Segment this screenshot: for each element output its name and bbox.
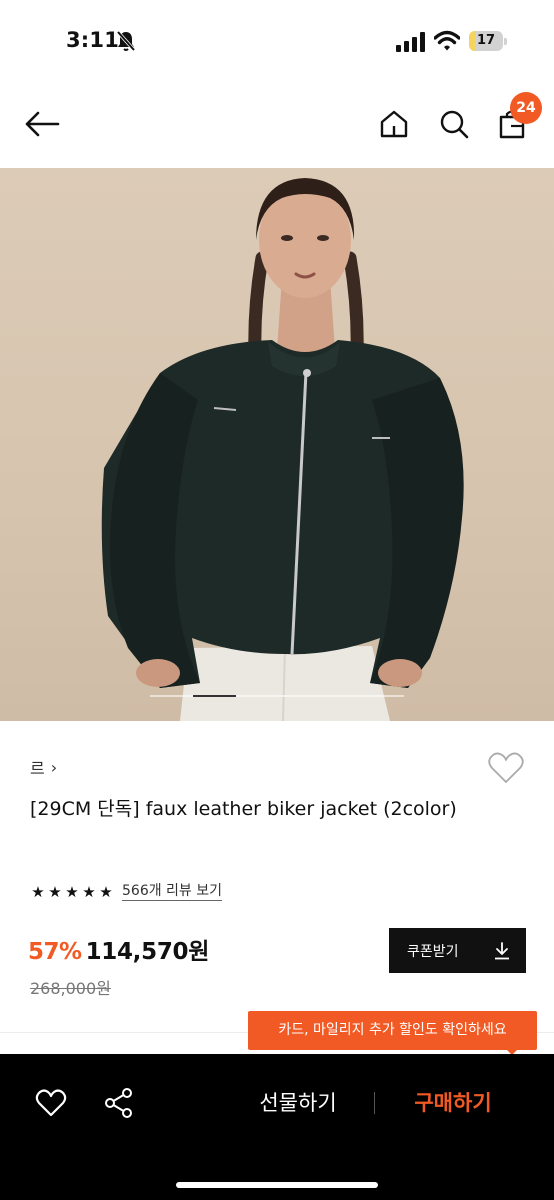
- star-icon: ★: [48, 883, 62, 901]
- chevron-right-icon: ›: [50, 757, 58, 777]
- battery-level: 17: [476, 33, 496, 48]
- search-icon: [440, 110, 469, 139]
- cart-count-badge: 24: [510, 92, 542, 124]
- coupon-label: 쿠폰받기: [407, 943, 459, 960]
- back-arrow-icon: [25, 111, 60, 137]
- back-button[interactable]: [20, 102, 64, 146]
- star-icon: ★: [31, 883, 45, 901]
- model-jacket-illustration: [101, 178, 464, 721]
- original-price: 268,000원: [30, 979, 111, 998]
- brand-name: 르: [30, 759, 45, 778]
- review-link[interactable]: 566개 리뷰 보기: [122, 883, 223, 901]
- star-icon: ★: [65, 883, 79, 901]
- home-icon: [380, 110, 408, 138]
- top-nav: [0, 80, 554, 168]
- product-title: [29CM 단독] faux leather biker jacket (2co…: [30, 798, 457, 820]
- wishlist-button[interactable]: [34, 1086, 68, 1120]
- bar-separator: [374, 1092, 375, 1114]
- rating-stars: ★ ★ ★ ★ ★: [30, 883, 114, 901]
- search-button[interactable]: [432, 102, 476, 146]
- sale-price: 114,570원: [85, 939, 210, 965]
- home-button[interactable]: [372, 102, 416, 146]
- download-icon: [495, 941, 509, 959]
- bottom-action-bar: 선물하기 구매하기: [0, 1054, 554, 1200]
- star-icon: ★: [99, 883, 113, 901]
- buy-button[interactable]: 구매하기: [394, 1082, 512, 1124]
- heart-outline-icon: [488, 752, 524, 783]
- like-button[interactable]: [486, 748, 526, 788]
- heart-icon: [35, 1089, 67, 1117]
- status-time: 3:11: [66, 28, 120, 52]
- signal-icon: [396, 32, 425, 52]
- bell-slash-icon: [116, 30, 136, 52]
- rating-row: ★ ★ ★ ★ ★ 566개 리뷰 보기: [30, 880, 223, 904]
- price-row: 57% 114,570원: [28, 932, 209, 968]
- discount-tooltip[interactable]: 카드, 마일리지 추가 할인도 확인하세요: [248, 1011, 537, 1050]
- share-icon: [105, 1088, 132, 1118]
- star-icon: ★: [82, 883, 96, 901]
- gallery-progress-track: [150, 695, 404, 697]
- status-bar: 3:11 17: [0, 0, 554, 80]
- gallery-progress-thumb: [193, 695, 237, 697]
- share-button[interactable]: [102, 1086, 136, 1120]
- discount-rate: 57%: [28, 939, 82, 965]
- battery-indicator: 17: [469, 31, 507, 51]
- wifi-icon: [434, 30, 460, 51]
- product-image[interactable]: [0, 168, 554, 721]
- home-indicator: [176, 1182, 378, 1188]
- brand-link[interactable]: 르 ›: [30, 756, 58, 779]
- gift-button[interactable]: 선물하기: [240, 1082, 356, 1124]
- coupon-button[interactable]: 쿠폰받기: [389, 928, 526, 973]
